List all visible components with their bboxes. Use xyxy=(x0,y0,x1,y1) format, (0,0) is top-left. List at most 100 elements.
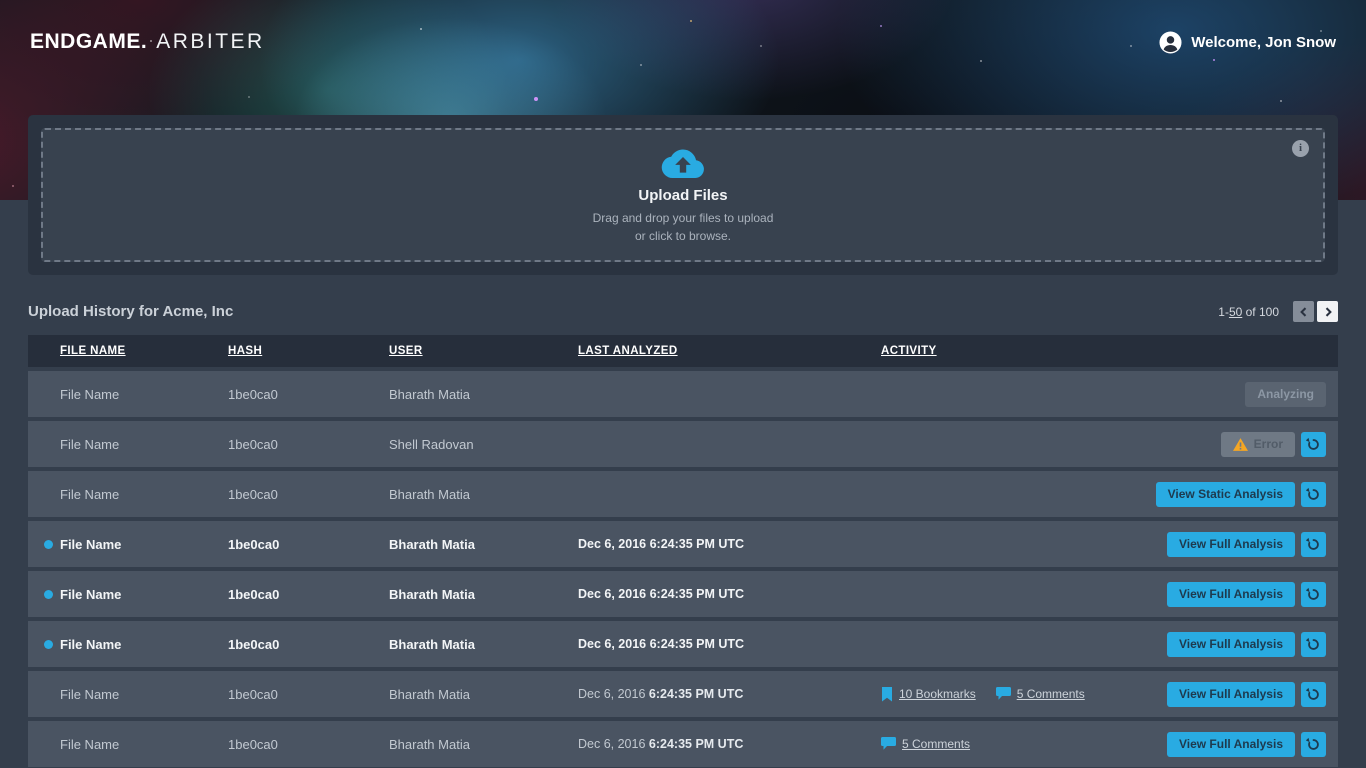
upload-dropzone[interactable]: i Upload Files Drag and drop your files … xyxy=(41,128,1325,262)
column-activity[interactable]: ACTIVITY xyxy=(881,345,1326,357)
refresh-button[interactable] xyxy=(1301,682,1326,707)
actions-cell: View Full Analysis xyxy=(1167,632,1326,657)
hash-cell: 1be0ca0 xyxy=(228,487,389,502)
activity-cell: 5 Comments xyxy=(881,737,1167,751)
table-row: File Name1be0ca0Bharath Matia View Static… xyxy=(28,471,1338,517)
user-cell: Bharath Matia xyxy=(389,587,578,602)
hash-cell: 1be0ca0 xyxy=(228,437,389,452)
view-analysis-button[interactable]: View Full Analysis xyxy=(1167,632,1295,657)
top-nav: ENDGAME. ARBITER Welcome, Jon Snow xyxy=(0,0,1366,84)
comment-icon xyxy=(881,737,896,751)
actions-cell: View Full Analysis xyxy=(1167,682,1326,707)
user-cell: Bharath Matia xyxy=(389,537,578,552)
view-analysis-button[interactable]: View Static Analysis xyxy=(1156,482,1295,507)
file-name-cell: File Name xyxy=(60,487,228,502)
avatar-icon xyxy=(1159,31,1182,54)
user-cell: Bharath Matia xyxy=(389,387,578,402)
comments-link[interactable]: 5 Comments xyxy=(996,687,1085,701)
page-size-link[interactable]: 50 xyxy=(1229,305,1242,319)
table-header: FILE NAME HASH USER LAST ANALYZED ACTIVI… xyxy=(28,335,1338,367)
upload-subtitle: Drag and drop your files to upload or cl… xyxy=(588,209,778,245)
last-analyzed-cell: Dec 6, 2016 6:24:35 PM UTC xyxy=(578,737,881,751)
upload-history-section: Upload History for Acme, Inc 1-50 of 100… xyxy=(0,301,1366,767)
refresh-button[interactable] xyxy=(1301,482,1326,507)
unread-dot-icon xyxy=(44,540,53,549)
brand-name: ENDGAME. xyxy=(30,30,147,53)
actions-cell: View Static Analysis xyxy=(1156,482,1326,507)
file-name-cell: File Name xyxy=(60,687,228,702)
hash-cell: 1be0ca0 xyxy=(228,387,389,402)
activity-cell: 10 Bookmarks 5 Comments xyxy=(881,687,1167,702)
user-cell: Shell Radovan xyxy=(389,437,578,452)
warning-icon xyxy=(1233,438,1248,451)
view-analysis-button[interactable]: View Full Analysis xyxy=(1167,532,1295,557)
user-cell: Bharath Matia xyxy=(389,687,578,702)
refresh-icon xyxy=(1306,437,1321,452)
hash-cell: 1be0ca0 xyxy=(228,687,389,702)
last-analyzed-cell: Dec 6, 2016 6:24:35 PM UTC xyxy=(578,587,881,601)
bookmarks-link[interactable]: 10 Bookmarks xyxy=(881,687,976,702)
unread-dot-icon xyxy=(44,590,53,599)
chevron-right-icon xyxy=(1322,306,1334,318)
refresh-icon xyxy=(1306,587,1321,602)
previous-page-button[interactable] xyxy=(1293,301,1314,322)
error-button[interactable]: Error xyxy=(1221,432,1295,457)
comments-link[interactable]: 5 Comments xyxy=(881,737,970,751)
table-row: File Name1be0ca0Bharath MatiaDec 6, 2016… xyxy=(28,521,1338,567)
refresh-icon xyxy=(1306,737,1321,752)
upload-title: Upload Files xyxy=(638,187,727,204)
column-hash[interactable]: HASH xyxy=(228,345,389,357)
product-name: ARBITER xyxy=(156,30,265,53)
unread-dot-icon xyxy=(44,640,53,649)
analyzing-button: Analyzing xyxy=(1245,382,1326,407)
column-last-analyzed[interactable]: LAST ANALYZED xyxy=(578,345,881,357)
next-page-button[interactable] xyxy=(1317,301,1338,322)
table-row: File Name1be0ca0Shell Radovan Error xyxy=(28,421,1338,467)
column-file-name[interactable]: FILE NAME xyxy=(60,345,228,357)
chevron-left-icon xyxy=(1298,306,1310,318)
pagination: 1-50 of 100 xyxy=(1218,301,1338,322)
file-name-cell: File Name xyxy=(60,387,228,402)
refresh-button[interactable] xyxy=(1301,632,1326,657)
hash-cell: 1be0ca0 xyxy=(228,537,389,552)
file-name-cell: File Name xyxy=(60,587,228,602)
file-name-cell: File Name xyxy=(60,537,228,552)
file-name-cell: File Name xyxy=(60,437,228,452)
info-icon[interactable]: i xyxy=(1292,140,1309,157)
user-cell: Bharath Matia xyxy=(389,487,578,502)
refresh-icon xyxy=(1306,687,1321,702)
user-cell: Bharath Matia xyxy=(389,637,578,652)
brand-logo[interactable]: ENDGAME. ARBITER xyxy=(30,30,265,54)
refresh-button[interactable] xyxy=(1301,532,1326,557)
table-row: File Name1be0ca0Bharath MatiaDec 6, 2016… xyxy=(28,571,1338,617)
actions-cell: View Full Analysis xyxy=(1167,532,1326,557)
hash-cell: 1be0ca0 xyxy=(228,587,389,602)
actions-cell: View Full Analysis xyxy=(1167,732,1326,757)
refresh-button[interactable] xyxy=(1301,432,1326,457)
file-name-cell: File Name xyxy=(60,737,228,752)
table-row: File Name1be0ca0Bharath MatiaDec 6, 2016… xyxy=(28,621,1338,667)
last-analyzed-cell: Dec 6, 2016 6:24:35 PM UTC xyxy=(578,537,881,551)
actions-cell: Analyzing xyxy=(1245,382,1326,407)
bookmark-icon xyxy=(881,687,893,702)
view-analysis-button[interactable]: View Full Analysis xyxy=(1167,732,1295,757)
hash-cell: 1be0ca0 xyxy=(228,737,389,752)
view-analysis-button[interactable]: View Full Analysis xyxy=(1167,682,1295,707)
refresh-icon xyxy=(1306,537,1321,552)
refresh-button[interactable] xyxy=(1301,732,1326,757)
hash-cell: 1be0ca0 xyxy=(228,637,389,652)
welcome-text: Welcome, Jon Snow xyxy=(1191,34,1336,51)
user-menu[interactable]: Welcome, Jon Snow xyxy=(1159,31,1336,54)
last-analyzed-cell: Dec 6, 2016 6:24:35 PM UTC xyxy=(578,687,881,701)
refresh-icon xyxy=(1306,637,1321,652)
table-row: File Name1be0ca0Bharath MatiaDec 6, 2016… xyxy=(28,721,1338,767)
refresh-button[interactable] xyxy=(1301,582,1326,607)
history-title: Upload History for Acme, Inc xyxy=(28,303,233,320)
comment-icon xyxy=(996,687,1011,701)
column-user[interactable]: USER xyxy=(389,345,578,357)
refresh-icon xyxy=(1306,487,1321,502)
user-cell: Bharath Matia xyxy=(389,737,578,752)
table-row: File Name1be0ca0Bharath Matia Analyzing xyxy=(28,371,1338,417)
upload-card: i Upload Files Drag and drop your files … xyxy=(28,115,1338,275)
view-analysis-button[interactable]: View Full Analysis xyxy=(1167,582,1295,607)
